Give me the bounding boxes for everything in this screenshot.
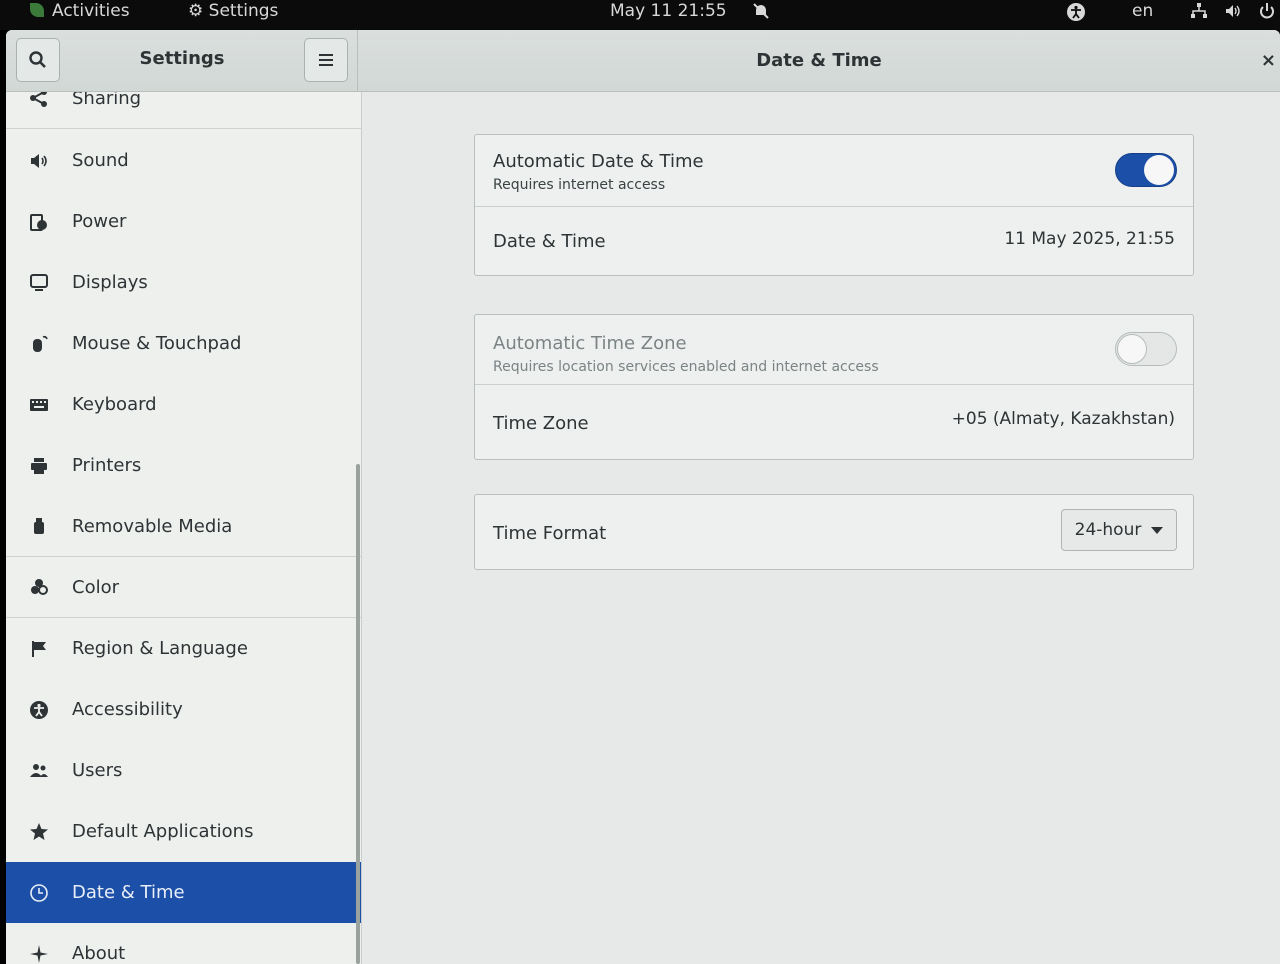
accessibility-menu-icon[interactable] — [1066, 2, 1086, 28]
sidebar-item-displays[interactable]: Displays — [6, 252, 361, 313]
close-button[interactable]: × — [1261, 50, 1276, 71]
color-icon — [28, 576, 50, 598]
app-menu[interactable]: ⚙ Settings — [188, 0, 278, 22]
sidebar-item-label: Region & Language — [72, 638, 248, 659]
sidebar-item-keyboard[interactable]: Keyboard — [6, 374, 361, 435]
sidebar-title: Settings — [139, 48, 225, 69]
datetime-row[interactable]: Date & Time 11 May 2025, 21:55 — [475, 207, 1193, 275]
power-icon[interactable] — [1258, 2, 1276, 26]
sparkle-icon — [28, 943, 50, 964]
timezone-value: +05 (Almaty, Kazakhstan) — [951, 409, 1175, 429]
sidebar-item-label: Accessibility — [72, 699, 183, 720]
timezone-title: Time Zone — [493, 413, 589, 434]
auto-timezone-row[interactable]: Automatic Time Zone Requires location se… — [475, 315, 1193, 385]
sidebar-item-color[interactable]: Color — [6, 557, 361, 618]
sidebar-item-label: Default Applications — [72, 821, 254, 842]
users-icon — [28, 760, 50, 782]
sidebar-item-about[interactable]: About — [6, 923, 361, 964]
timeformat-frame: Time Format 24-hour — [474, 494, 1194, 570]
sidebar-scrollbar[interactable] — [356, 464, 360, 964]
auto-timezone-subtitle: Requires location services enabled and i… — [493, 359, 879, 375]
activities-label: Activities — [52, 1, 130, 21]
sidebar-item-label: About — [72, 943, 126, 964]
auto-datetime-title: Automatic Date & Time — [493, 151, 704, 172]
date-time-panel: Automatic Date & Time Requires internet … — [362, 92, 1280, 964]
power-plug-icon — [28, 211, 50, 233]
sidebar-item-label: Keyboard — [72, 394, 157, 415]
auto-timezone-switch[interactable] — [1115, 332, 1177, 366]
mouse-icon — [28, 333, 50, 355]
sidebar-item-label: Displays — [72, 272, 148, 293]
auto-timezone-title: Automatic Time Zone — [493, 333, 687, 354]
sidebar-item-label: Printers — [72, 455, 142, 476]
sidebar-item-users[interactable]: Users — [6, 740, 361, 801]
sidebar-item-label: Power — [72, 211, 127, 232]
auto-datetime-subtitle: Requires internet access — [493, 177, 666, 193]
settings-window: Settings Date & Time × Sharing Sound Pow… — [6, 30, 1280, 964]
gear-icon: ⚙ — [188, 1, 204, 21]
printer-icon — [28, 455, 50, 477]
speaker-icon — [28, 150, 50, 172]
sidebar-item-accessibility[interactable]: Accessibility — [6, 679, 361, 740]
input-language-indicator[interactable]: en — [1132, 0, 1153, 22]
accessibility-icon — [28, 699, 50, 721]
sidebar-item-label: Mouse & Touchpad — [72, 333, 242, 354]
search-icon — [29, 51, 46, 68]
timeformat-dropdown[interactable]: 24-hour — [1061, 509, 1177, 551]
sidebar-item-printers[interactable]: Printers — [6, 435, 361, 496]
top-bar: Activities ⚙ Settings May 11 21:55 en — [0, 0, 1280, 30]
usb-drive-icon — [28, 515, 50, 537]
timezone-row[interactable]: Time Zone +05 (Almaty, Kazakhstan) — [475, 385, 1193, 459]
hamburger-menu-icon — [319, 54, 333, 66]
sidebar-item-default-applications[interactable]: Default Applications — [6, 801, 361, 862]
header-bar: Settings Date & Time × — [6, 30, 1280, 92]
activities-button[interactable]: Activities — [30, 0, 130, 22]
sidebar-item-label: Users — [72, 760, 123, 781]
display-icon — [28, 272, 50, 294]
timeformat-selected: 24-hour — [1074, 520, 1142, 540]
app-menu-label: Settings — [208, 1, 279, 21]
sidebar-item-sharing[interactable]: Sharing — [6, 92, 361, 129]
sidebar-header: Settings — [6, 30, 358, 92]
notifications-muted-icon[interactable] — [752, 2, 770, 26]
sidebar-item-power[interactable]: Power — [6, 191, 361, 252]
timezone-frame: Automatic Time Zone Requires location se… — [474, 314, 1194, 460]
datetime-frame: Automatic Date & Time Requires internet … — [474, 134, 1194, 276]
switch-knob — [1144, 155, 1174, 185]
switch-knob — [1117, 334, 1147, 364]
sidebar: Sharing Sound Power Displays Mouse & Tou… — [6, 92, 362, 964]
flag-icon — [28, 638, 50, 660]
auto-datetime-row[interactable]: Automatic Date & Time Requires internet … — [475, 135, 1193, 207]
sidebar-item-region-language[interactable]: Region & Language — [6, 618, 361, 679]
clock[interactable]: May 11 21:55 — [610, 0, 727, 22]
sidebar-item-label: Sharing — [72, 92, 142, 109]
star-icon — [28, 821, 50, 843]
sidebar-item-label: Date & Time — [72, 882, 185, 903]
clock-icon — [28, 882, 50, 904]
sidebar-item-mouse-touchpad[interactable]: Mouse & Touchpad — [6, 313, 361, 374]
volume-icon[interactable] — [1224, 2, 1242, 26]
sidebar-item-sound[interactable]: Sound — [6, 130, 361, 191]
sidebar-item-date-time[interactable]: Date & Time — [6, 862, 361, 923]
keyboard-icon — [28, 394, 50, 416]
search-button[interactable] — [16, 38, 60, 82]
sidebar-item-label: Sound — [72, 150, 129, 171]
sidebar-item-removable-media[interactable]: Removable Media — [6, 496, 361, 557]
datetime-title: Date & Time — [493, 231, 606, 252]
auto-datetime-switch[interactable] — [1115, 153, 1177, 187]
close-icon: × — [1260, 50, 1276, 71]
timeformat-title: Time Format — [493, 523, 607, 544]
network-wired-icon[interactable] — [1190, 2, 1208, 26]
sidebar-item-label: Removable Media — [72, 515, 233, 537]
dropdown-arrow-icon — [1151, 526, 1164, 534]
share-icon — [28, 92, 50, 109]
main-menu-button[interactable] — [304, 38, 348, 82]
activities-logo-icon — [30, 3, 44, 17]
page-title: Date & Time — [756, 50, 882, 71]
datetime-value: 11 May 2025, 21:55 — [1004, 229, 1175, 249]
timeformat-row: Time Format 24-hour — [475, 495, 1193, 569]
sidebar-item-label: Color — [72, 576, 119, 598]
